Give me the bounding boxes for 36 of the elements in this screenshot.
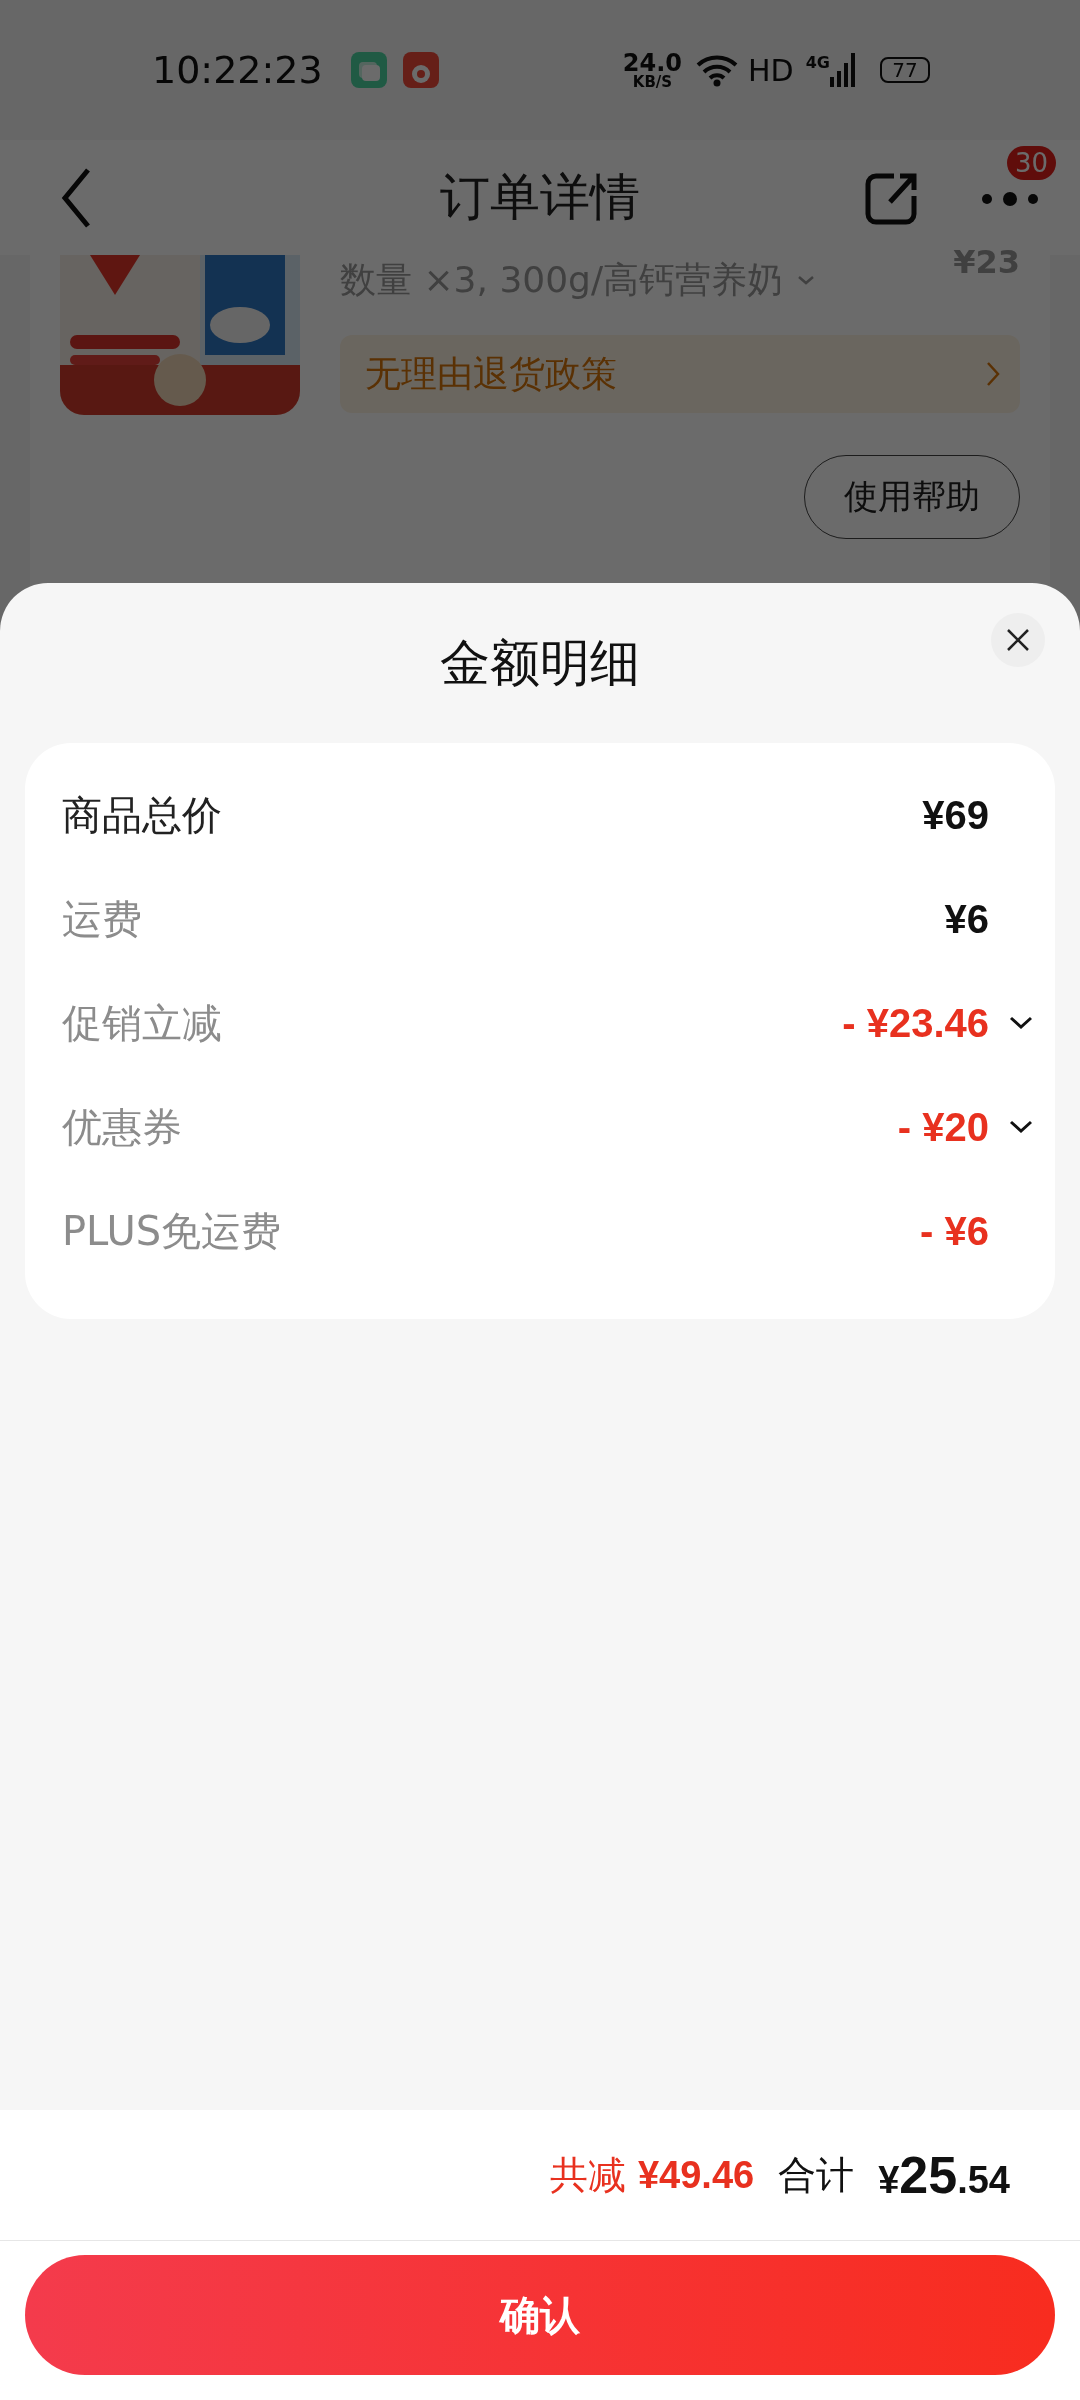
wifi-icon <box>696 53 739 87</box>
confirm-button[interactable]: 确认 <box>25 2255 1055 2375</box>
amount-value: - ¥23.46 <box>842 1000 989 1046</box>
page-title: 订单详情 <box>440 168 640 226</box>
return-policy-label: 无理由退货政策 <box>365 351 617 396</box>
amount-label: 商品总价 <box>62 790 222 840</box>
notification-badge: 30 <box>1006 145 1056 180</box>
help-button[interactable]: 使用帮助 <box>804 455 1020 539</box>
app-icon <box>350 52 387 88</box>
total-label: 合计 <box>778 2151 855 2199</box>
sheet-title: 金额明细 <box>440 632 640 694</box>
signal-icon <box>830 53 856 87</box>
chevron-right-icon <box>986 361 1000 387</box>
amount-label: 促销立减 <box>62 998 222 1048</box>
amount-label: 运费 <box>62 894 142 944</box>
network-type: 4G <box>805 52 830 72</box>
chevron-down-icon[interactable] <box>1009 1120 1033 1134</box>
amount-value: - ¥20 <box>897 1104 989 1150</box>
amount-value: ¥6 <box>944 896 989 942</box>
status-time: 10:22:23 <box>152 48 323 92</box>
total-discount: 共减 ¥49.46 <box>549 2151 755 2199</box>
amount-value: ¥69 <box>922 792 989 838</box>
back-icon[interactable] <box>60 166 92 229</box>
hd-indicator: HD <box>748 52 794 88</box>
close-icon <box>1006 628 1030 652</box>
chevron-down-icon[interactable] <box>1009 1016 1033 1030</box>
amount-label: 优惠券 <box>62 1102 182 1152</box>
battery-indicator: 77 <box>880 57 930 83</box>
network-speed: 24.0 <box>622 50 683 75</box>
speed-unit: KB/S <box>632 74 673 90</box>
more-icon[interactable] <box>980 191 1040 206</box>
amount-label: PLUS免运费 <box>62 1206 282 1256</box>
app-icon <box>402 52 439 88</box>
return-policy-bar[interactable]: 无理由退货政策 <box>340 335 1020 413</box>
amount-value: - ¥6 <box>920 1208 989 1254</box>
total-amount: ¥25.54 <box>878 2145 1010 2205</box>
